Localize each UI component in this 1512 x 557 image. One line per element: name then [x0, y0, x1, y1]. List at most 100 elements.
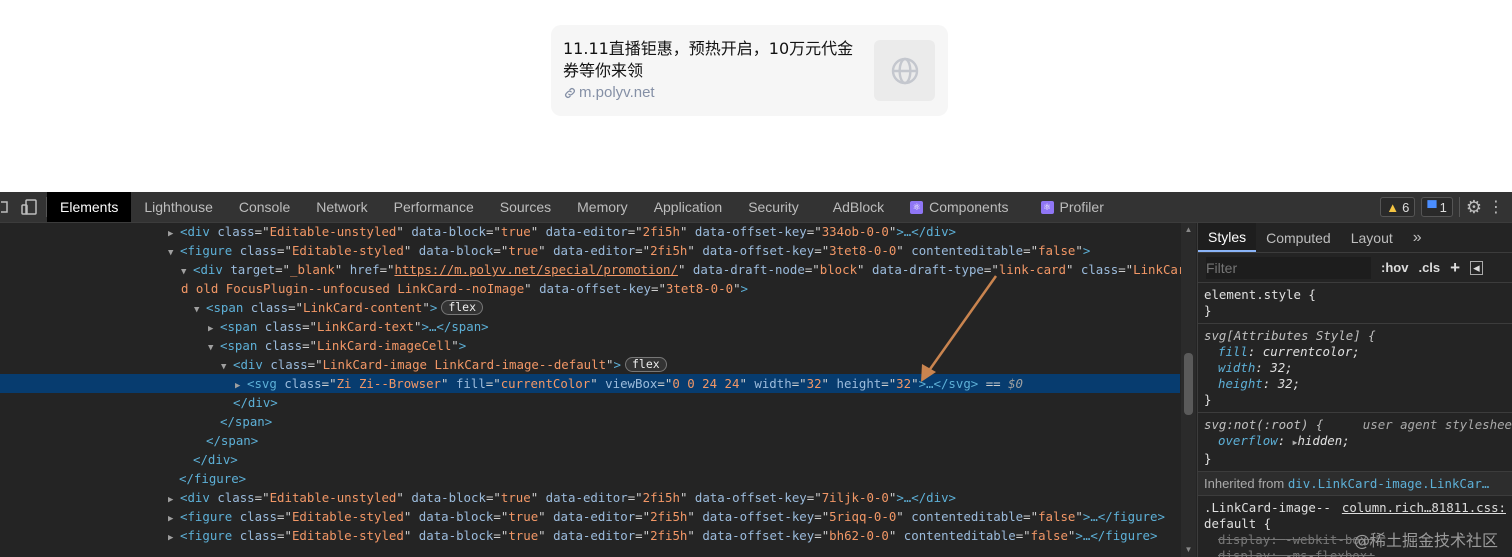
dom-node-l4[interactable]: ▶ <span class="LinkCard-text">…</span> — [0, 317, 1180, 336]
element-style-rule[interactable]: element.style { } — [1198, 283, 1512, 324]
tab-label: Network — [316, 199, 368, 215]
dom-node-l0[interactable]: ▶ <div class="Editable-unstyled" data-blo… — [0, 223, 1180, 241]
attributes-style-rule[interactable]: svg[Attributes Style] { fill: currentcol… — [1198, 324, 1512, 413]
dom-close-l9[interactable]: </span> — [0, 412, 1180, 431]
link-card-url[interactable]: m.polyv.net — [563, 84, 655, 101]
dom-node-l6[interactable]: ▼ <div class="LinkCard-image LinkCard-ima… — [0, 355, 1180, 374]
css-property[interactable]: height: 32; — [1204, 376, 1506, 392]
elements-scrollbar[interactable]: ▲ ▼ — [1181, 223, 1196, 557]
toggle-sidebar-icon[interactable]: ◂ — [1470, 260, 1483, 275]
dom-close-l10[interactable]: </span> — [0, 431, 1180, 450]
more-menu-icon[interactable]: ⋮ — [1488, 197, 1504, 217]
scroll-thumb[interactable] — [1184, 353, 1193, 415]
toolbar-right: ▲ 6 ▀ 1 ⚙ ⋮ — [1380, 192, 1512, 222]
tab-label: Performance — [393, 199, 474, 215]
tab-application[interactable]: Application — [641, 192, 736, 222]
devtools-toolbar: Elements Lighthouse Console Network Perf… — [0, 192, 1512, 223]
add-rule-icon[interactable]: + — [1450, 258, 1460, 278]
tab-console[interactable]: Console — [226, 192, 303, 222]
dom-node-l3[interactable]: ▼ <span class="LinkCard-content"> flex — [0, 298, 1180, 317]
warnings-badge[interactable]: ▲ 6 — [1380, 197, 1416, 217]
link-card-title[interactable]: 11.11直播钜惠，预热开启，10万元代金券等你来领 — [563, 38, 863, 82]
message-icon: ▀ — [1427, 199, 1437, 215]
tab-components[interactable]: ⚛ Components — [897, 192, 1021, 222]
dom-node-l13[interactable]: ▶ <div class="Editable-unstyled" data-blo… — [0, 488, 1180, 507]
dom-node-l5[interactable]: ▼ <span class="LinkCard-imageCell"> — [0, 336, 1180, 355]
css-brace: } — [1204, 451, 1212, 466]
hov-toggle[interactable]: :hov — [1381, 260, 1408, 275]
tab-label: Sources — [499, 199, 552, 215]
user-agent-label: user agent styleshee — [1362, 417, 1512, 432]
href-link[interactable]: https://m.polyv.net/special/promotion/ — [394, 262, 677, 277]
css-brace: } — [1204, 392, 1212, 407]
gear-icon[interactable]: ⚙ — [1466, 197, 1482, 218]
css-property[interactable]: fill: currentcolor; — [1204, 344, 1506, 360]
device-toolbar-icon[interactable] — [12, 192, 46, 222]
tab-elements[interactable]: Elements — [47, 192, 132, 222]
css-property[interactable]: overflow: ▶hidden; — [1204, 433, 1506, 451]
tab-label: Memory — [577, 199, 628, 215]
tab-label: Components — [929, 199, 1009, 215]
elements-tree: ▶ <div class="Editable-unstyled" data-blo… — [0, 223, 1196, 557]
messages-badge[interactable]: ▀ 1 — [1421, 197, 1453, 217]
css-selector: element.style { — [1204, 287, 1316, 302]
scroll-down-icon[interactable]: ▼ — [1184, 545, 1193, 555]
tab-profiler[interactable]: ⚛ Profiler — [1028, 192, 1117, 222]
dom-close-l8[interactable]: </div> — [0, 393, 1180, 412]
tab-label: Profiler — [1059, 199, 1104, 215]
devtools-panel: Elements Lighthouse Console Network Perf… — [0, 192, 1512, 557]
tab-network[interactable]: Network — [303, 192, 380, 222]
styles-filter-row: :hov .cls + ◂ — [1198, 253, 1512, 283]
flex-badge[interactable]: flex — [624, 357, 667, 372]
tab-label: Lighthouse — [144, 199, 213, 215]
css-selector: svg[Attributes Style] { — [1204, 328, 1376, 343]
inspect-element-icon[interactable] — [0, 192, 12, 222]
link-card-url-text: m.polyv.net — [579, 84, 655, 101]
tab-performance[interactable]: Performance — [381, 192, 487, 222]
user-agent-rule[interactable]: svg:not(:root) { user agent styleshee ov… — [1198, 413, 1512, 472]
tab-label: Application — [653, 199, 723, 215]
tab-computed[interactable]: Computed — [1256, 223, 1341, 252]
react-icon: ⚛ — [910, 200, 924, 214]
messages-count: 1 — [1439, 199, 1447, 215]
dom-node-l7-selected[interactable]: ▶ <svg class="Zi Zi--Browser" fill="curre… — [0, 374, 1180, 393]
devtools-tabs: Elements Lighthouse Console Network Perf… — [47, 192, 1117, 222]
watermark: @稀土掘金技术社区 — [1353, 531, 1498, 550]
tab-security[interactable]: Security — [735, 192, 812, 222]
dom-node-l2[interactable]: ▼ <div target="_blank" href="https://m.po… — [0, 260, 1185, 279]
tab-memory[interactable]: Memory — [564, 192, 641, 222]
tab-styles[interactable]: Styles — [1198, 223, 1257, 252]
dom-node-l1[interactable]: ▼ <figure class="Editable-styled" data-bl… — [0, 241, 1180, 260]
tab-label: AdBlock — [832, 199, 885, 215]
dom-node-l2-wrap[interactable]: d old FocusPlugin--unfocused LinkCard--n… — [0, 279, 1180, 298]
tab-sources[interactable]: Sources — [487, 192, 564, 222]
tab-layout[interactable]: Layout — [1341, 223, 1403, 252]
cls-toggle[interactable]: .cls — [1418, 260, 1440, 275]
tab-lighthouse[interactable]: Lighthouse — [131, 192, 226, 222]
react-icon: ⚛ — [1040, 200, 1054, 214]
inherited-from-node[interactable]: div.LinkCard-image.LinkCar… — [1288, 476, 1489, 491]
more-tabs-chevron-icon[interactable]: » — [1403, 223, 1432, 252]
css-brace: } — [1204, 303, 1212, 318]
warnings-count: 6 — [1402, 199, 1410, 215]
expand-triangle-icon[interactable]: ▶ — [168, 529, 180, 548]
css-source-link[interactable]: column.rich…81811.css: — [1342, 500, 1506, 516]
inherited-section-header: Inherited from div.LinkCard-image.LinkCa… — [1198, 472, 1512, 496]
dom-node-l14[interactable]: ▶ <figure class="Editable-styled" data-bl… — [0, 507, 1180, 526]
tab-adblock[interactable]: AdBlock — [820, 192, 897, 222]
tab-label: Elements — [60, 199, 119, 215]
styles-tabs: Styles Computed Layout » — [1198, 223, 1512, 253]
page-viewport: 11.11直播钜惠，预热开启，10万元代金券等你来领 m.polyv.net — [0, 0, 1512, 192]
dom-close-l12[interactable]: </figure> — [0, 469, 1180, 488]
tab-label: Security — [748, 199, 799, 215]
flex-badge[interactable]: flex — [441, 300, 484, 315]
css-property[interactable]: width: 32; — [1204, 360, 1506, 376]
warning-icon: ▲ — [1386, 199, 1400, 215]
styles-filter-input[interactable] — [1206, 256, 1371, 279]
styles-pane: Styles Computed Layout » :hov .cls + ◂ e… — [1197, 223, 1512, 557]
link-card[interactable]: 11.11直播钜惠，预热开启，10万元代金券等你来领 m.polyv.net — [551, 25, 948, 116]
link-icon — [565, 87, 575, 98]
dom-close-l11[interactable]: </div> — [0, 450, 1180, 469]
dom-node-l15[interactable]: ▶ <figure class="Editable-styled" data-bl… — [0, 526, 1180, 545]
scroll-up-icon[interactable]: ▲ — [1184, 225, 1193, 235]
